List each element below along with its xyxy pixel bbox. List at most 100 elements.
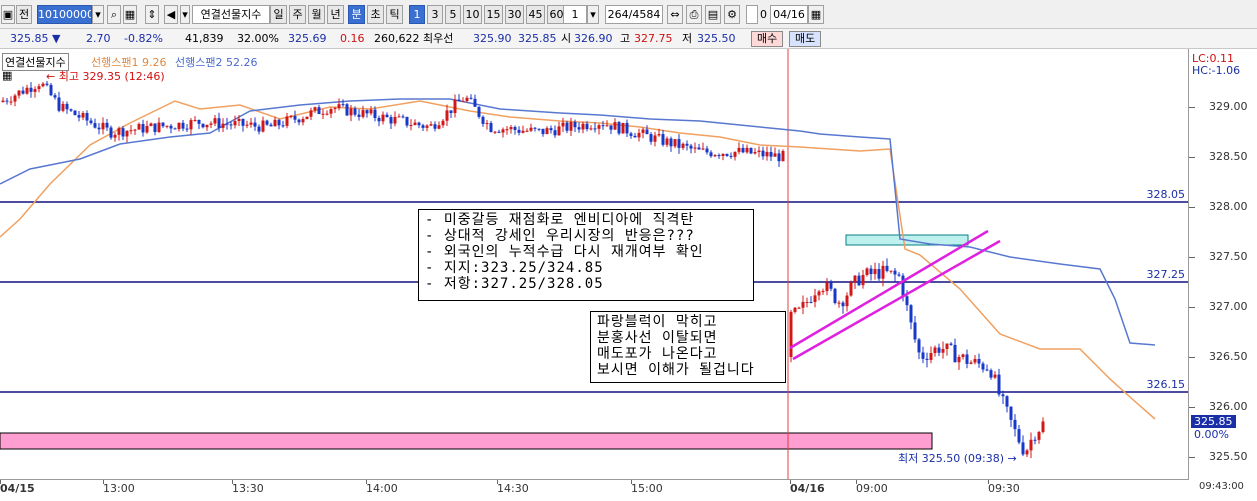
candle-body-124: [497, 131, 501, 133]
grid-small-icon: ▦: [2, 69, 13, 82]
candle-body-31: [125, 130, 129, 137]
candle-body-172: [689, 145, 693, 149]
interval-5[interactable]: 5: [445, 5, 461, 24]
candle-body-149: [597, 125, 601, 129]
search-icon[interactable]: ⌕: [107, 5, 121, 24]
period-week[interactable]: 주: [289, 5, 306, 24]
candle-body-40: [161, 122, 165, 127]
interval-dropdown-icon[interactable]: ▾: [587, 5, 599, 24]
candle-body-192: [769, 151, 773, 157]
period-second[interactable]: 초: [367, 5, 384, 24]
candle-body-87: [349, 108, 353, 116]
zoom-icon[interactable]: ⇔: [667, 5, 683, 24]
period-tick[interactable]: 틱: [386, 5, 403, 24]
note-line: - 상대적 강세인 우리시장의 반응은???: [425, 228, 695, 244]
y-tick-mark: [1189, 407, 1195, 408]
span2-legend: 선행스팬2 52.26: [175, 56, 258, 69]
y-tick-mark: [1189, 107, 1195, 108]
candle-body-230: [925, 358, 929, 360]
buy-button[interactable]: 매수: [751, 31, 784, 47]
grid-icon[interactable]: ▦: [123, 5, 137, 24]
x-tick-mark: [497, 480, 498, 484]
interval-input[interactable]: 1: [563, 5, 587, 24]
candle-body-134: [537, 128, 541, 130]
candle-body-99: [397, 116, 401, 118]
code-input[interactable]: 10100000: [37, 5, 92, 24]
candle-body-51: [205, 124, 209, 128]
print-icon[interactable]: ⎙: [686, 5, 702, 24]
interval-1[interactable]: 1: [409, 5, 425, 24]
candle-body-9: [37, 86, 41, 90]
candle-body-204: [821, 291, 825, 293]
best-ask: 325.85: [518, 32, 557, 45]
period-minute[interactable]: 분: [348, 5, 365, 24]
candle-body-102: [409, 125, 413, 127]
x-tick-mark: [988, 480, 989, 484]
level-label-0: 328.05: [1147, 188, 1186, 201]
x-tick-4: 14:30: [497, 482, 529, 495]
candle-body-26: [105, 122, 109, 128]
x-tick-mark: [103, 480, 104, 484]
candle-body-244: [981, 363, 985, 370]
chart-label-button[interactable]: 전: [16, 5, 32, 24]
toolbar: ▣ 전 10100000 ▾ ⌕ ▦ ⇕ ◀ ▾ 연결선물지수 일 주 월 년 …: [0, 0, 1257, 29]
date-input[interactable]: 04/16: [770, 5, 808, 24]
interval-45[interactable]: 45: [526, 5, 545, 24]
candle-body-237: [953, 344, 957, 363]
candle-body-71: [285, 116, 289, 126]
interval-10[interactable]: 10: [463, 5, 482, 24]
code-dropdown-icon[interactable]: ▾: [92, 5, 104, 24]
candle-body-206: [829, 282, 833, 289]
candle-body-5: [21, 90, 25, 94]
side-note: 파랑블럭이 막히고 분홍사선 이탈되면 매도포가 나온다고 보시면 이해가 될겁…: [590, 311, 786, 383]
candle-body-108: [433, 124, 437, 129]
count-field[interactable]: 264/4584: [605, 5, 663, 24]
candle-body-222: [893, 270, 897, 275]
calendar-icon[interactable]: ▦: [808, 5, 824, 24]
candle-body-140: [561, 122, 565, 127]
candle-body-105: [421, 125, 425, 128]
sell-button[interactable]: 매도: [789, 31, 822, 47]
candle-body-61: [245, 124, 249, 126]
x-tick-6: 04/16: [790, 482, 825, 495]
candle-body-104: [417, 122, 421, 126]
y-tick-4: 327.00: [1209, 300, 1248, 313]
candle-body-245: [985, 369, 989, 371]
menu-icon[interactable]: ▣: [1, 5, 15, 24]
candle-body-220: [885, 265, 889, 271]
period-month[interactable]: 월: [308, 5, 325, 24]
gear-icon[interactable]: ⚙: [724, 5, 740, 24]
candle-body-24: [97, 127, 101, 130]
interval-30[interactable]: 30: [505, 5, 524, 24]
speaker-icon[interactable]: ◀: [164, 5, 178, 24]
candle-body-249: [1001, 394, 1005, 397]
instrument-name[interactable]: 연결선물지수: [192, 5, 270, 24]
candle-body-46: [185, 128, 189, 130]
save-icon[interactable]: ▤: [705, 5, 721, 24]
quote-bar: 325.85 ▼ 2.70 -0.82% 41,839 32.00% 325.6…: [0, 29, 1257, 49]
candle-body-152: [609, 125, 613, 130]
candle-body-16: [65, 103, 69, 110]
candle-body-215: [865, 268, 869, 275]
period-year[interactable]: 년: [327, 5, 344, 24]
candle-body-165: [661, 134, 665, 145]
interval-3[interactable]: 3: [427, 5, 443, 24]
candle-body-42: [169, 125, 173, 129]
candle-body-38: [153, 123, 157, 133]
candle-body-212: [853, 275, 857, 283]
change: 2.70: [86, 32, 111, 45]
candle-body-82: [329, 109, 333, 114]
y-tick-mark: [1189, 457, 1195, 458]
candle-body-158: [633, 135, 637, 138]
chevron-down-icon[interactable]: ▾: [180, 5, 190, 24]
x-tick-mark: [790, 480, 791, 484]
candle-body-258: [1037, 432, 1041, 440]
sort-icon[interactable]: ⇕: [145, 5, 159, 24]
candle-body-186: [745, 147, 749, 153]
candle-body-90: [361, 110, 365, 117]
checkbox[interactable]: [746, 5, 758, 24]
candle-body-182: [729, 155, 733, 157]
candle-body-33: [133, 129, 137, 131]
period-day[interactable]: 일: [270, 5, 287, 24]
interval-15[interactable]: 15: [484, 5, 503, 24]
